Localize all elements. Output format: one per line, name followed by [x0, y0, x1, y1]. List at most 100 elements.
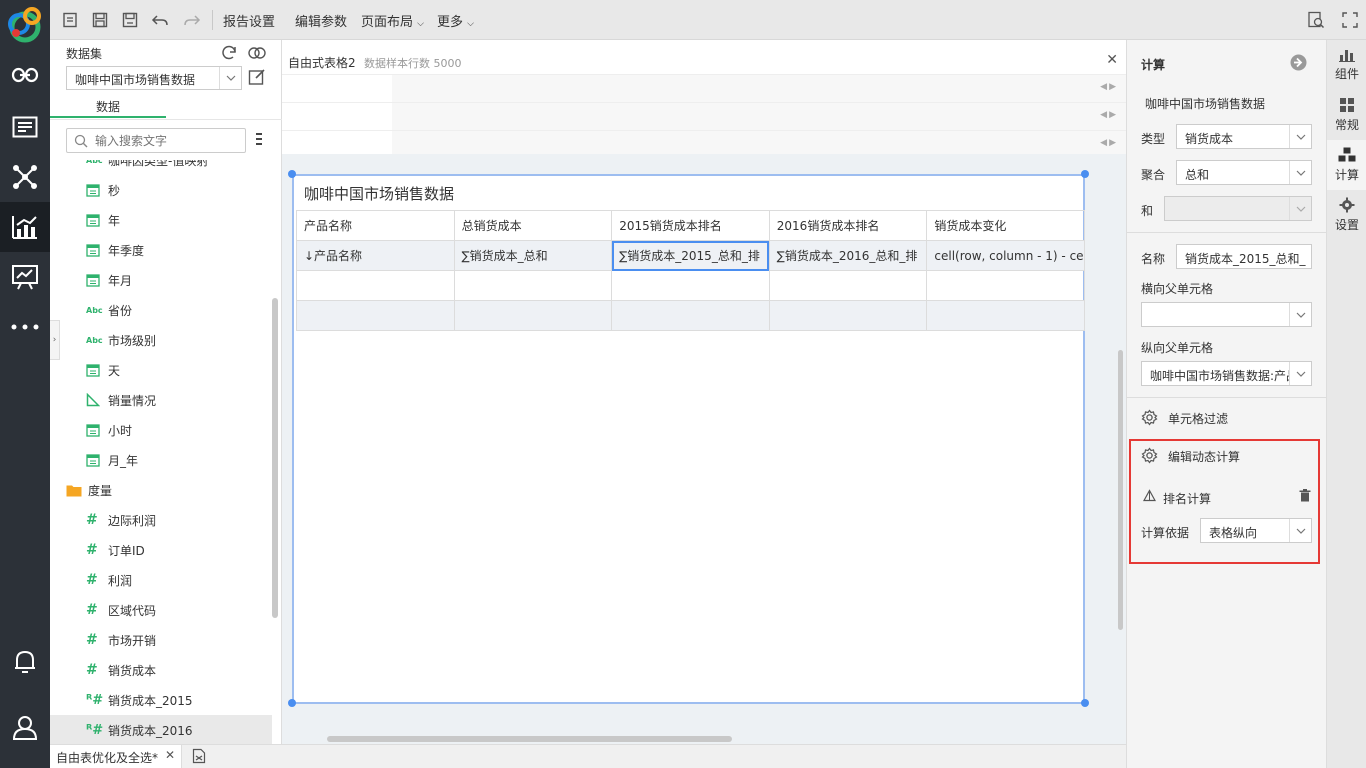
- table-cell[interactable]: [611, 270, 770, 301]
- name-input[interactable]: 销货成本_2015_总和_: [1176, 244, 1312, 269]
- field-item[interactable]: 天: [50, 355, 272, 385]
- scroll-arrows-icon[interactable]: ◀▶: [1100, 138, 1118, 148]
- redo-icon[interactable]: [182, 10, 202, 30]
- resize-handle[interactable]: [1081, 170, 1089, 178]
- field-item[interactable]: # 利润: [50, 565, 272, 595]
- field-item[interactable]: 年季度: [50, 235, 272, 265]
- header-cell[interactable]: 总销货成本: [453, 210, 613, 241]
- close-icon[interactable]: ✕: [1106, 52, 1118, 68]
- table-cell[interactable]: [926, 270, 1085, 301]
- table-cell[interactable]: [453, 300, 613, 331]
- resize-handle[interactable]: [288, 699, 296, 707]
- refresh-icon[interactable]: [220, 44, 238, 65]
- trash-icon[interactable]: [1299, 489, 1311, 505]
- field-item[interactable]: 秒: [50, 175, 272, 205]
- field-item[interactable]: Abc 省份: [50, 295, 272, 325]
- field-item[interactable]: 年: [50, 205, 272, 235]
- type-select[interactable]: 销货成本: [1176, 124, 1312, 149]
- collapse-panel-toggle[interactable]: ›: [50, 320, 60, 360]
- field-item[interactable]: 年月: [50, 265, 272, 295]
- table-cell[interactable]: [296, 270, 455, 301]
- nav-bell-icon[interactable]: [0, 637, 50, 687]
- field-item[interactable]: # 销货成本: [50, 655, 272, 685]
- dataset-select[interactable]: 咖啡中国市场销售数据: [66, 66, 242, 90]
- edit-dataset-icon[interactable]: [248, 68, 266, 89]
- binding-row[interactable]: ◀▶: [282, 130, 1126, 154]
- arrow-right-circle-icon[interactable]: [1290, 54, 1307, 74]
- table-cell[interactable]: cell(row, column - 1) - cell(r: [926, 240, 1085, 271]
- close-tab-icon[interactable]: ✕: [165, 748, 175, 762]
- header-cell[interactable]: 2016销货成本排名: [768, 210, 928, 241]
- resize-handle[interactable]: [288, 170, 296, 178]
- binding-row[interactable]: ◀▶: [282, 74, 1126, 102]
- save-as-icon[interactable]: [120, 10, 140, 30]
- table-cell[interactable]: ∑销货成本_总和: [453, 240, 613, 271]
- tab-general[interactable]: 常规: [1327, 90, 1366, 140]
- edit-params-button[interactable]: 编辑参数: [295, 11, 347, 30]
- tab-calculation[interactable]: 计算: [1327, 140, 1366, 190]
- save-icon[interactable]: [90, 10, 110, 30]
- nav-network-icon[interactable]: [0, 152, 50, 202]
- field-item[interactable]: 销量情况: [50, 385, 272, 415]
- tab-data[interactable]: 数据: [50, 98, 166, 118]
- header-cell[interactable]: 产品名称: [296, 210, 455, 241]
- selected-table-cell[interactable]: ∑销货成本_2015_总和_排: [611, 240, 770, 271]
- report-settings-button[interactable]: 报告设置: [223, 11, 275, 30]
- field-item[interactable]: Abc 市场级别: [50, 325, 272, 355]
- table-cell[interactable]: [296, 300, 455, 331]
- menu-icon[interactable]: [255, 132, 263, 149]
- new-tab-icon[interactable]: [192, 748, 206, 767]
- vertical-parent-select[interactable]: 咖啡中国市场销售数据:产品: [1141, 361, 1312, 386]
- field-item[interactable]: 小时: [50, 415, 272, 445]
- tab-settings[interactable]: 设置: [1327, 190, 1366, 240]
- tab-components[interactable]: 组件: [1327, 40, 1366, 90]
- aggregate-select[interactable]: 总和: [1176, 160, 1312, 185]
- nav-more-icon[interactable]: [0, 302, 50, 352]
- preview-icon[interactable]: [1306, 10, 1326, 30]
- table-cell[interactable]: [611, 300, 770, 331]
- field-item[interactable]: # 订单ID: [50, 535, 272, 565]
- nav-link-icon[interactable]: [0, 50, 50, 100]
- nav-analysis-icon[interactable]: [0, 202, 50, 252]
- more-menu[interactable]: 更多 ⌵: [437, 11, 474, 30]
- table-cell[interactable]: [926, 300, 1085, 331]
- fullscreen-icon[interactable]: [1340, 10, 1360, 30]
- field-item[interactable]: ᴿ# 销货成本_2015: [50, 685, 272, 715]
- undo-icon[interactable]: [150, 10, 170, 30]
- field-search-input[interactable]: [66, 128, 246, 153]
- table-cell[interactable]: [453, 270, 613, 301]
- header-cell[interactable]: 销货成本变化: [926, 210, 1085, 241]
- scroll-arrows-icon[interactable]: ◀▶: [1100, 110, 1118, 120]
- document-tab[interactable]: 自由表优化及全选* ✕: [50, 745, 182, 768]
- nav-user-icon[interactable]: [0, 702, 50, 752]
- editor-vertical-scrollbar[interactable]: [1118, 350, 1123, 630]
- table-cell[interactable]: [768, 300, 928, 331]
- dataset-link-icon[interactable]: [247, 44, 267, 65]
- and-select[interactable]: [1164, 196, 1312, 221]
- editor-horizontal-scrollbar[interactable]: [327, 736, 732, 742]
- new-report-icon[interactable]: [60, 10, 80, 30]
- binding-row[interactable]: ◀▶: [282, 102, 1126, 130]
- field-item[interactable]: Abc 咖啡因类型-值映射: [50, 160, 272, 175]
- header-cell[interactable]: 2015销货成本排名: [611, 210, 770, 241]
- table-cell[interactable]: ∑销货成本_2016_总和_排: [768, 240, 928, 271]
- edit-dynamic-calc-button[interactable]: 编辑动态计算: [1141, 446, 1311, 466]
- horizontal-parent-select[interactable]: [1141, 302, 1312, 327]
- rank-calc-item[interactable]: 排名计算: [1143, 488, 1313, 506]
- cell-filter-button[interactable]: 单元格过滤: [1141, 408, 1311, 428]
- page-layout-menu[interactable]: 页面布局 ⌵: [361, 11, 424, 30]
- field-list-scrollbar[interactable]: [272, 298, 278, 618]
- nav-dashboard-icon[interactable]: [0, 252, 50, 302]
- scroll-arrows-icon[interactable]: ◀▶: [1100, 82, 1118, 92]
- calc-basis-select[interactable]: 表格纵向: [1200, 518, 1312, 543]
- resize-handle[interactable]: [1081, 699, 1089, 707]
- field-item[interactable]: ᴿ# 销货成本_2016: [50, 715, 272, 744]
- freestyle-table-component[interactable]: 咖啡中国市场销售数据 产品名称 总销货成本 2015销货成本排名 2016销货成…: [292, 174, 1085, 704]
- table-cell[interactable]: ↓产品名称: [296, 240, 455, 271]
- field-folder[interactable]: 度量: [50, 475, 272, 505]
- field-item[interactable]: # 市场开销: [50, 625, 272, 655]
- field-item[interactable]: # 区域代码: [50, 595, 272, 625]
- table-cell[interactable]: [768, 270, 928, 301]
- nav-list-icon[interactable]: [0, 102, 50, 152]
- field-item[interactable]: # 边际利润: [50, 505, 272, 535]
